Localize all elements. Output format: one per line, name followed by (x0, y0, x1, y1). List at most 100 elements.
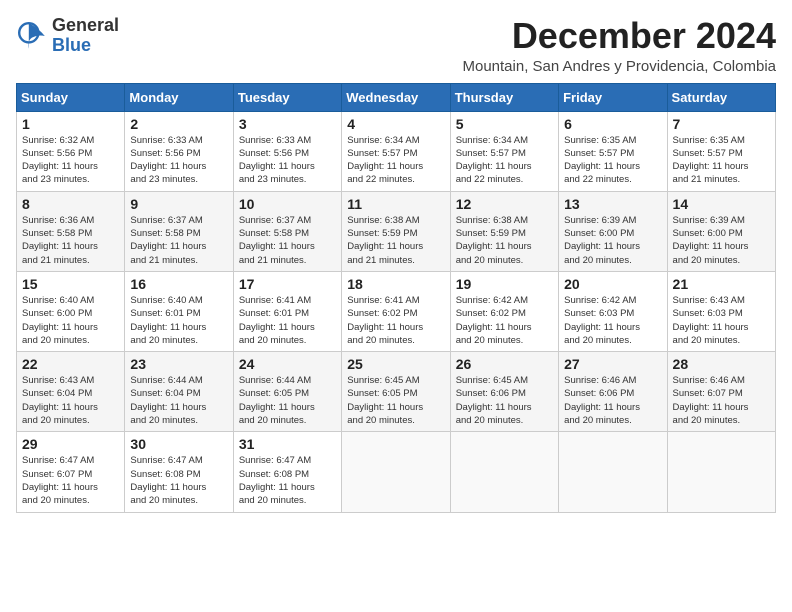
day-info: Sunrise: 6:38 AMSunset: 5:59 PMDaylight:… (347, 214, 444, 267)
calendar-cell: 20 Sunrise: 6:42 AMSunset: 6:03 PMDayligh… (559, 271, 667, 351)
page-header: General Blue December 2024 Mountain, San… (16, 16, 776, 75)
day-info: Sunrise: 6:32 AMSunset: 5:56 PMDaylight:… (22, 134, 119, 187)
day-info: Sunrise: 6:43 AMSunset: 6:04 PMDaylight:… (22, 374, 119, 427)
day-info: Sunrise: 6:35 AMSunset: 5:57 PMDaylight:… (673, 134, 770, 187)
header-cell-wednesday: Wednesday (342, 83, 450, 111)
day-info: Sunrise: 6:40 AMSunset: 6:01 PMDaylight:… (130, 294, 227, 347)
calendar-cell: 25Sunrise: 6:45 AMSunset: 6:05 PMDayligh… (342, 352, 450, 432)
day-info: Sunrise: 6:44 AMSunset: 6:05 PMDaylight:… (239, 374, 336, 427)
day-info: Sunrise: 6:44 AMSunset: 6:04 PMDaylight:… (130, 374, 227, 427)
day-info: Sunrise: 6:47 AMSunset: 6:08 PMDaylight:… (239, 454, 336, 507)
calendar-header: SundayMondayTuesdayWednesdayThursdayFrid… (17, 83, 776, 111)
logo-icon (16, 20, 48, 52)
day-info: Sunrise: 6:46 AMSunset: 6:07 PMDaylight:… (673, 374, 770, 427)
day-number: 29 (22, 436, 119, 452)
day-number: 19 (456, 276, 553, 292)
day-number: 31 (239, 436, 336, 452)
calendar-cell: 21 Sunrise: 6:43 AMSunset: 6:03 PMDayligh… (667, 271, 775, 351)
calendar-cell: 6Sunrise: 6:35 AMSunset: 5:57 PMDaylight… (559, 111, 667, 191)
day-info: Sunrise: 6:37 AMSunset: 5:58 PMDaylight:… (130, 214, 227, 267)
day-info: Sunrise: 6:43 AMSunset: 6:03 PMDaylight:… (673, 294, 770, 347)
day-number: 18 (347, 276, 444, 292)
day-number: 21 (673, 276, 770, 292)
day-number: 1 (22, 116, 119, 132)
calendar-cell (559, 432, 667, 512)
day-number: 20 (564, 276, 661, 292)
week-row-3: 22Sunrise: 6:43 AMSunset: 6:04 PMDayligh… (17, 352, 776, 432)
header-row: SundayMondayTuesdayWednesdayThursdayFrid… (17, 83, 776, 111)
day-info: Sunrise: 6:41 AMSunset: 6:02 PMDaylight:… (347, 294, 444, 347)
logo-text: General Blue (52, 16, 119, 56)
calendar-cell: 11 Sunrise: 6:38 AMSunset: 5:59 PMDayligh… (342, 191, 450, 271)
calendar-cell (450, 432, 558, 512)
week-row-2: 15Sunrise: 6:40 AMSunset: 6:00 PMDayligh… (17, 271, 776, 351)
day-info: Sunrise: 6:34 AMSunset: 5:57 PMDaylight:… (347, 134, 444, 187)
calendar-cell: 22Sunrise: 6:43 AMSunset: 6:04 PMDayligh… (17, 352, 125, 432)
calendar-cell: 5Sunrise: 6:34 AMSunset: 5:57 PMDaylight… (450, 111, 558, 191)
calendar-cell: 17 Sunrise: 6:41 AMSunset: 6:01 PMDayligh… (233, 271, 341, 351)
day-number: 26 (456, 356, 553, 372)
week-row-4: 29 Sunrise: 6:47 AMSunset: 6:07 PMDayligh… (17, 432, 776, 512)
header-cell-monday: Monday (125, 83, 233, 111)
calendar-cell: 31 Sunrise: 6:47 AMSunset: 6:08 PMDayligh… (233, 432, 341, 512)
calendar-cell: 1 Sunrise: 6:32 AMSunset: 5:56 PMDaylight… (17, 111, 125, 191)
day-number: 5 (456, 116, 553, 132)
calendar-cell: 10 Sunrise: 6:37 AMSunset: 5:58 PMDayligh… (233, 191, 341, 271)
day-number: 4 (347, 116, 444, 132)
header-cell-sunday: Sunday (17, 83, 125, 111)
header-cell-thursday: Thursday (450, 83, 558, 111)
day-number: 6 (564, 116, 661, 132)
week-row-1: 8Sunrise: 6:36 AMSunset: 5:58 PMDaylight… (17, 191, 776, 271)
day-number: 17 (239, 276, 336, 292)
day-info: Sunrise: 6:45 AMSunset: 6:06 PMDaylight:… (456, 374, 553, 427)
week-row-0: 1 Sunrise: 6:32 AMSunset: 5:56 PMDaylight… (17, 111, 776, 191)
calendar-cell: 8Sunrise: 6:36 AMSunset: 5:58 PMDaylight… (17, 191, 125, 271)
day-number: 23 (130, 356, 227, 372)
day-number: 7 (673, 116, 770, 132)
day-number: 2 (130, 116, 227, 132)
day-info: Sunrise: 6:47 AMSunset: 6:07 PMDaylight:… (22, 454, 119, 507)
day-number: 13 (564, 196, 661, 212)
day-number: 15 (22, 276, 119, 292)
day-number: 12 (456, 196, 553, 212)
day-number: 14 (673, 196, 770, 212)
header-cell-friday: Friday (559, 83, 667, 111)
day-number: 8 (22, 196, 119, 212)
day-info: Sunrise: 6:42 AMSunset: 6:02 PMDaylight:… (456, 294, 553, 347)
day-number: 27 (564, 356, 661, 372)
calendar-cell (667, 432, 775, 512)
calendar-cell: 18 Sunrise: 6:41 AMSunset: 6:02 PMDayligh… (342, 271, 450, 351)
day-number: 3 (239, 116, 336, 132)
day-number: 28 (673, 356, 770, 372)
location-title: Mountain, San Andres y Providencia, Colo… (462, 58, 776, 75)
day-info: Sunrise: 6:37 AMSunset: 5:58 PMDaylight:… (239, 214, 336, 267)
calendar-cell: 27Sunrise: 6:46 AMSunset: 6:06 PMDayligh… (559, 352, 667, 432)
day-info: Sunrise: 6:33 AMSunset: 5:56 PMDaylight:… (130, 134, 227, 187)
calendar-cell: 29 Sunrise: 6:47 AMSunset: 6:07 PMDayligh… (17, 432, 125, 512)
day-number: 10 (239, 196, 336, 212)
day-number: 9 (130, 196, 227, 212)
day-number: 30 (130, 436, 227, 452)
day-info: Sunrise: 6:39 AMSunset: 6:00 PMDaylight:… (564, 214, 661, 267)
calendar-cell: 16Sunrise: 6:40 AMSunset: 6:01 PMDayligh… (125, 271, 233, 351)
day-info: Sunrise: 6:42 AMSunset: 6:03 PMDaylight:… (564, 294, 661, 347)
calendar-cell: 13 Sunrise: 6:39 AMSunset: 6:00 PMDayligh… (559, 191, 667, 271)
day-info: Sunrise: 6:39 AMSunset: 6:00 PMDaylight:… (673, 214, 770, 267)
day-info: Sunrise: 6:41 AMSunset: 6:01 PMDaylight:… (239, 294, 336, 347)
calendar-cell: 19 Sunrise: 6:42 AMSunset: 6:02 PMDayligh… (450, 271, 558, 351)
calendar-table: SundayMondayTuesdayWednesdayThursdayFrid… (16, 83, 776, 513)
calendar-cell: 3Sunrise: 6:33 AMSunset: 5:56 PMDaylight… (233, 111, 341, 191)
day-info: Sunrise: 6:38 AMSunset: 5:59 PMDaylight:… (456, 214, 553, 267)
calendar-cell: 26 Sunrise: 6:45 AMSunset: 6:06 PMDayligh… (450, 352, 558, 432)
calendar-cell: 9 Sunrise: 6:37 AMSunset: 5:58 PMDaylight… (125, 191, 233, 271)
calendar-cell: 14 Sunrise: 6:39 AMSunset: 6:00 PMDayligh… (667, 191, 775, 271)
calendar-body: 1 Sunrise: 6:32 AMSunset: 5:56 PMDaylight… (17, 111, 776, 512)
logo-blue-text: Blue (52, 36, 119, 56)
calendar-cell: 2 Sunrise: 6:33 AMSunset: 5:56 PMDaylight… (125, 111, 233, 191)
day-info: Sunrise: 6:47 AMSunset: 6:08 PMDaylight:… (130, 454, 227, 507)
day-number: 11 (347, 196, 444, 212)
title-block: December 2024 Mountain, San Andres y Pro… (462, 16, 776, 75)
calendar-cell: 23 Sunrise: 6:44 AMSunset: 6:04 PMDayligh… (125, 352, 233, 432)
calendar-cell: 24 Sunrise: 6:44 AMSunset: 6:05 PMDayligh… (233, 352, 341, 432)
day-number: 24 (239, 356, 336, 372)
